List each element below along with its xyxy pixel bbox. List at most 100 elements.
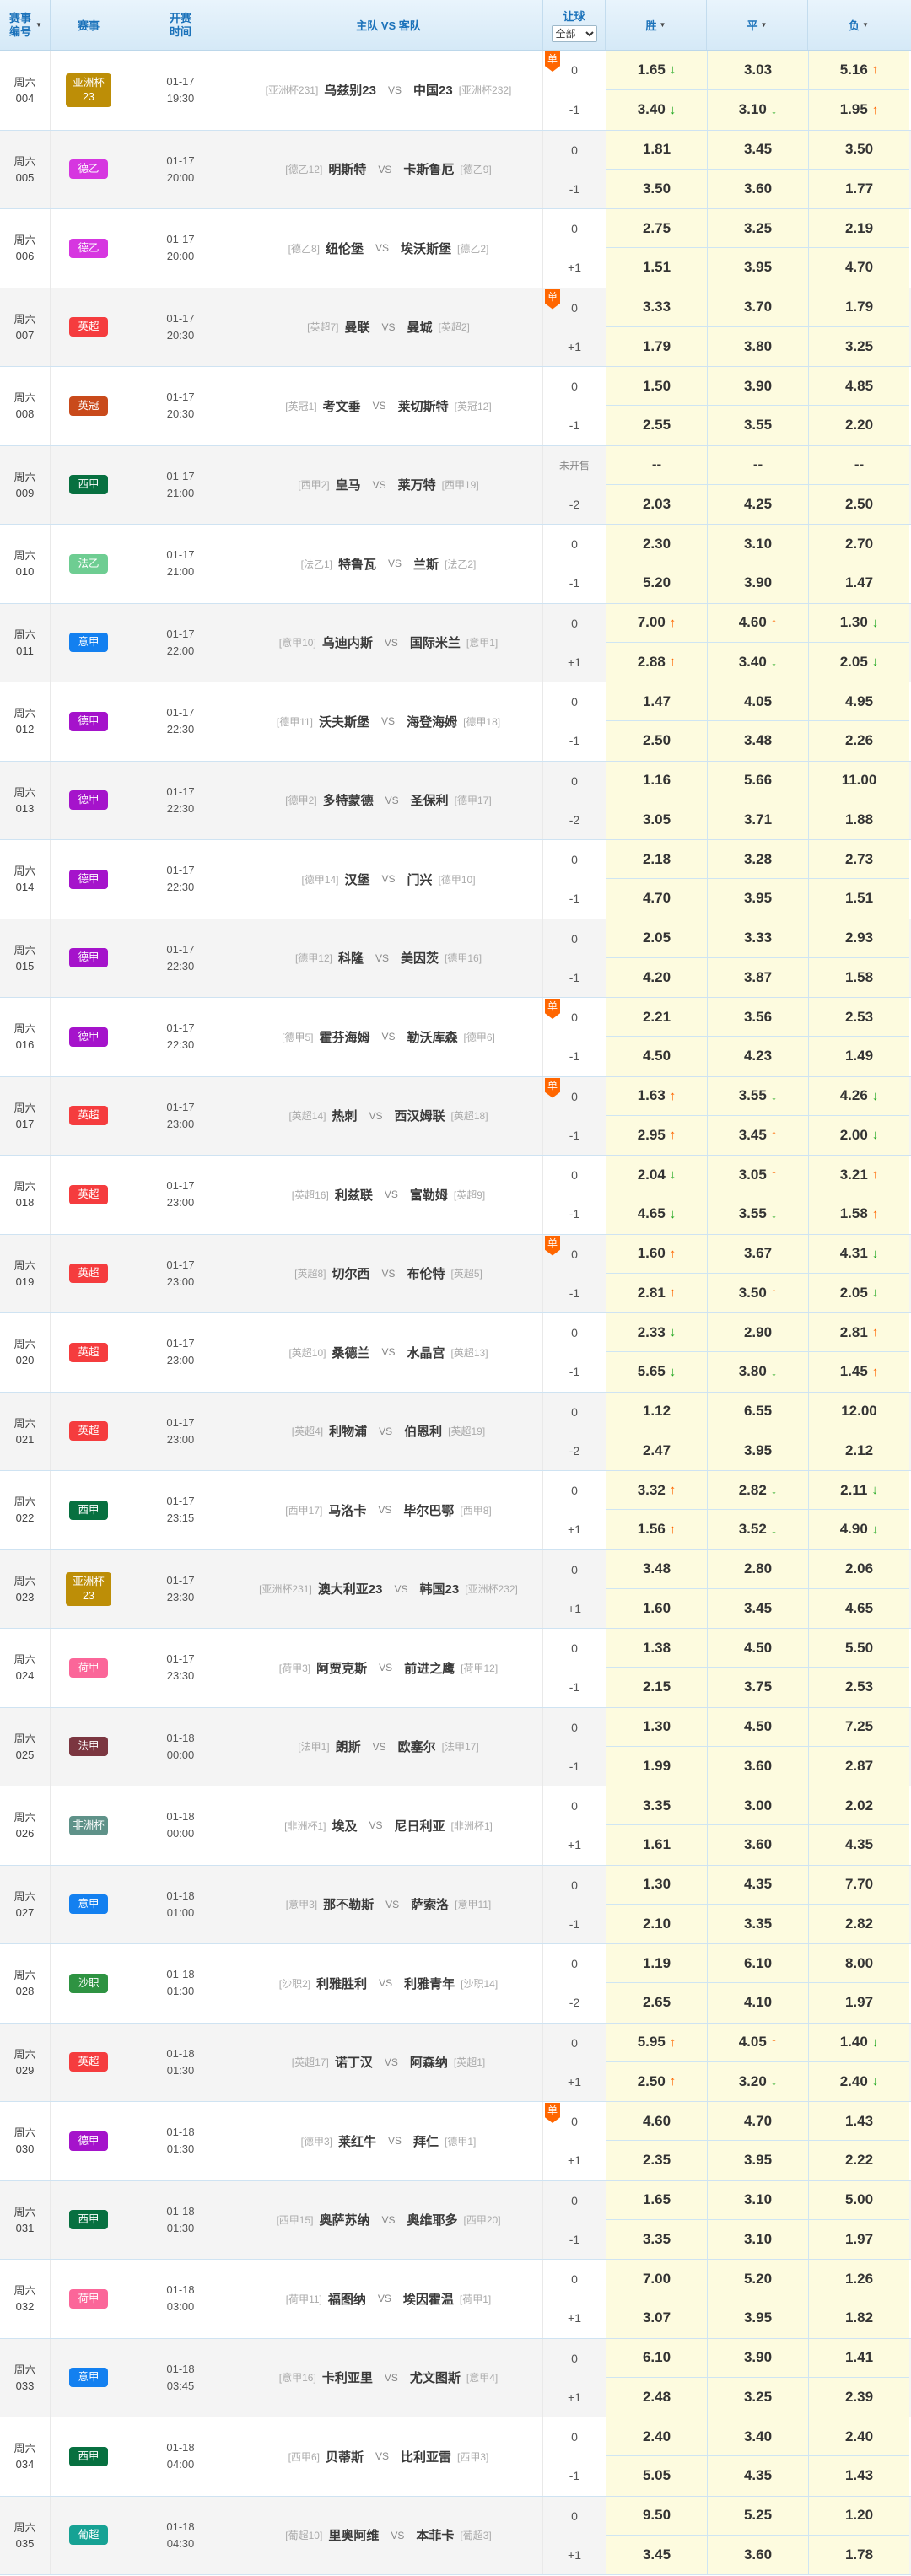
win-odds-value: 1.56	[637, 1521, 666, 1538]
win-odds-value: 1.12	[642, 1403, 671, 1420]
match-row[interactable]: 周六 009 西甲 01-17 21:00 [西甲2] 皇马 VS 莱万特 [西…	[0, 445, 911, 524]
home-rank-code: [德甲12]	[294, 952, 332, 965]
col-header-win[interactable]: 胜 ▼	[606, 0, 707, 50]
draw-odds-cell: 3.95	[707, 2141, 808, 2180]
match-row[interactable]: 周六 011 意甲 01-17 22:00 [意甲10] 乌迪内斯 VS 国际米…	[0, 602, 911, 682]
league-badge: 英超	[69, 1342, 108, 1362]
match-row[interactable]: 周六 013 德甲 01-17 22:30 [德甲2] 多特蒙德 VS 圣保利 …	[0, 760, 911, 839]
match-row[interactable]: 周六 007 英超 01-17 20:30 [英超7] 曼联 VS 曼城 [英超…	[0, 287, 911, 366]
match-row[interactable]: 周六 012 德甲 01-17 22:30 [德甲11] 沃夫斯堡 VS 海登海…	[0, 682, 911, 761]
handicap-filter-select[interactable]: 全部	[551, 25, 597, 42]
match-time: 22:00	[166, 644, 195, 657]
league-cell: 德乙	[51, 209, 127, 288]
home-rank-code: [沙职2]	[278, 1977, 311, 1990]
single-bet-badge: 单	[545, 2103, 560, 2123]
away-team-name: 拜仁	[413, 2134, 439, 2149]
handicap-cell: 0	[543, 2181, 606, 2220]
match-row[interactable]: 周六 019 英超 01-17 23:00 [英超8] 切尔西 VS 布伦特 […	[0, 1233, 911, 1312]
handicap-value: 0	[571, 1799, 578, 1813]
match-row[interactable]: 周六 027 意甲 01-18 01:00 [意甲3] 那不勒斯 VS 萨索洛 …	[0, 1864, 911, 1943]
match-row[interactable]: 周六 024 荷甲 01-17 23:30 [荷甲3] 阿贾克斯 VS 前进之鹰…	[0, 1628, 911, 1707]
sort-icon[interactable]: ▼	[862, 21, 869, 29]
match-row[interactable]: 周六 004 亚洲杯23 01-17 19:30 [亚洲杯231] 乌兹别23 …	[0, 51, 911, 130]
vs-label: VS	[391, 2529, 405, 2541]
match-row[interactable]: 周六 026 非洲杯 01-18 00:00 [非洲杯1] 埃及 VS 尼日利亚…	[0, 1786, 911, 1865]
match-row[interactable]: 周六 035 葡超 01-18 04:30 [葡超10] 里奥阿维 VS 本菲卡…	[0, 2495, 911, 2574]
match-row[interactable]: 周六 020 英超 01-17 23:00 [英超10] 桑德兰 VS 水晶宫 …	[0, 1312, 911, 1392]
home-rank-code: [德甲11]	[276, 715, 314, 728]
odds-down-arrow-icon: ↓	[669, 1167, 677, 1183]
handicap-cell: 0	[543, 2024, 606, 2062]
start-time-cell: 01-17 20:30	[127, 367, 234, 445]
sort-icon[interactable]: ▼	[35, 21, 42, 29]
lose-odds-value: 2.19	[844, 219, 874, 236]
home-team-name: 卡利亚里	[321, 2371, 373, 2386]
match-row[interactable]: 周六 030 德甲 01-18 01:30 [德甲3] 莱红牛 VS 拜仁 [德…	[0, 2101, 911, 2180]
match-row[interactable]: 周六 028 沙职 01-18 01:30 [沙职2] 利雅胜利 VS 利雅青年…	[0, 1943, 911, 2023]
col-header-league-label: 赛事	[77, 19, 100, 32]
home-team-name: 莱红牛	[337, 2134, 376, 2149]
draw-odds-cell: 4.70	[707, 2102, 808, 2142]
match-row[interactable]: 周六 023 亚洲杯23 01-17 23:30 [亚洲杯231] 澳大利亚23…	[0, 1549, 911, 1628]
match-row[interactable]: 周六 031 西甲 01-18 01:30 [西甲15] 奥萨苏纳 VS 奥维耶…	[0, 2180, 911, 2259]
match-row[interactable]: 周六 033 意甲 01-18 03:45 [意甲16] 卡利亚里 VS 尤文图…	[0, 2337, 911, 2417]
odds-line: -2 3.05 3.71 1.88	[543, 800, 911, 839]
match-row[interactable]: 周六 034 西甲 01-18 04:00 [西甲6] 贝蒂斯 VS 比利亚雷 …	[0, 2417, 911, 2496]
match-row[interactable]: 周六 017 英超 01-17 23:00 [英超14] 热刺 VS 西汉姆联 …	[0, 1075, 911, 1155]
sort-icon[interactable]: ▼	[761, 21, 768, 29]
match-row[interactable]: 周六 014 德甲 01-17 22:30 [德甲14] 汉堡 VS 门兴 [德…	[0, 839, 911, 919]
sort-icon[interactable]: ▼	[660, 21, 666, 29]
match-row[interactable]: 周六 029 英超 01-18 01:30 [英超17] 诺丁汉 VS 阿森纳 …	[0, 2022, 911, 2101]
start-time-cell: 01-17 23:00	[127, 1313, 234, 1392]
col-header-match-no[interactable]: 赛事编号 ▼	[0, 0, 51, 50]
match-row[interactable]: 周六 018 英超 01-17 23:00 [英超16] 利兹联 VS 富勒姆 …	[0, 1155, 911, 1234]
match-row[interactable]: 周六 025 法甲 01-18 00:00 [法甲1] 朗斯 VS 欧塞尔 [法…	[0, 1706, 911, 1786]
draw-odds-cell: 3.40 ↓	[707, 642, 808, 682]
handicap-value: 0	[571, 222, 578, 236]
match-day-label: 周六	[13, 707, 36, 720]
draw-odds-cell: 3.45 ↑	[707, 1115, 808, 1155]
draw-odds-value: 3.45	[743, 141, 773, 158]
col-header-draw[interactable]: 平 ▼	[707, 0, 808, 50]
away-rank-code: [法甲17]	[441, 1741, 479, 1754]
home-rank-code: [英冠1]	[285, 400, 317, 412]
match-date: 01-17	[166, 1415, 195, 1429]
lose-odds-value: 2.82	[844, 1915, 874, 1932]
odds-line: -1 4.70 3.95 1.51	[543, 879, 911, 919]
match-row[interactable]: 周六 022 西甲 01-17 23:15 [西甲17] 马洛卡 VS 毕尔巴鄂…	[0, 1470, 911, 1549]
match-date: 01-17	[166, 942, 195, 956]
draw-odds-cell: 4.25	[707, 484, 808, 524]
match-row[interactable]: 周六 032 荷甲 01-18 03:00 [荷甲11] 福图纳 VS 埃因霍温…	[0, 2259, 911, 2338]
odds-line: 0 2.04 ↓ 3.05 ↑ 3.21 ↑	[543, 1156, 911, 1195]
lose-odds-value: 1.97	[844, 1994, 874, 2011]
home-team-name: 热刺	[332, 1109, 358, 1124]
match-row[interactable]: 周六 010 法乙 01-17 21:00 [法乙1] 特鲁瓦 VS 兰斯 [法…	[0, 524, 911, 603]
league-badge: 西甲	[69, 475, 108, 495]
match-day-label: 周六	[13, 1338, 36, 1351]
handicap-value: -1	[569, 418, 580, 433]
home-rank-code: [法乙1]	[300, 558, 332, 570]
home-rank-code: [西甲15]	[276, 2214, 314, 2227]
away-team-name: 莱切斯特	[397, 399, 449, 414]
match-row[interactable]: 周六 005 德乙 01-17 20:00 [德乙12] 明斯特 VS 卡斯鲁厄…	[0, 129, 911, 208]
single-bet-badge: 单	[545, 999, 560, 1019]
col-header-lose[interactable]: 负 ▼	[808, 0, 909, 50]
handicap-value: 0	[571, 773, 578, 788]
match-row[interactable]: 周六 015 德甲 01-17 22:30 [德甲12] 科隆 VS 美因茨 […	[0, 918, 911, 997]
league-badge: 法乙	[69, 553, 108, 574]
match-day-label: 周六	[13, 1495, 36, 1509]
win-odds-value: 2.75	[642, 219, 671, 236]
col-header-handicap: 让球 全部	[543, 0, 606, 50]
draw-odds-cell: 2.90	[707, 1313, 808, 1353]
odds-lines: 0 3.32 ↑ 2.82 ↓ 2.11 ↓ +1 1.56 ↑ 3.52 ↓ …	[543, 1471, 911, 1549]
match-row[interactable]: 周六 006 德乙 01-17 20:00 [德乙8] 纽伦堡 VS 埃沃斯堡 …	[0, 208, 911, 288]
away-team-name: 尤文图斯	[409, 2371, 461, 2386]
lose-odds-value: 1.82	[844, 2309, 874, 2326]
match-row[interactable]: 周六 021 英超 01-17 23:00 [英超4] 利物浦 VS 伯恩利 […	[0, 1391, 911, 1470]
match-number: 周六 035	[0, 2496, 51, 2574]
odds-line: 0 1.16 5.66 11.00	[543, 761, 911, 800]
match-row[interactable]: 周六 016 德甲 01-17 22:30 [德甲5] 霍芬海姆 VS 勒沃库森…	[0, 997, 911, 1076]
match-row[interactable]: 周六 008 英冠 01-17 20:30 [英冠1] 考文垂 VS 莱切斯特 …	[0, 366, 911, 445]
draw-odds-cell: 3.55 ↓	[707, 1076, 808, 1116]
handicap-value: 0	[571, 300, 578, 315]
